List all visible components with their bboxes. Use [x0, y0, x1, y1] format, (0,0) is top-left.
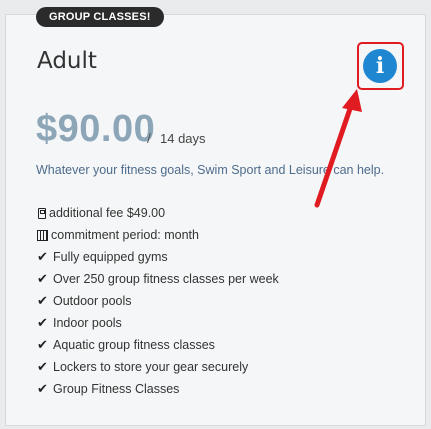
feature-text: Fully equipped gyms [53, 250, 168, 264]
feature-item: ✔ Fully equipped gyms [36, 246, 279, 268]
feature-text: commitment period: month [51, 228, 199, 242]
feature-item: ✔ Outdoor pools [36, 290, 279, 312]
feature-text: Over 250 group fitness classes per week [53, 272, 279, 286]
feature-text: Aquatic group fitness classes [53, 338, 215, 352]
feature-text: Indoor pools [53, 316, 122, 330]
check-icon: ✔ [37, 359, 48, 375]
feature-item: ✔ Group Fitness Classes [36, 378, 279, 400]
feature-item: ✔ Over 250 group fitness classes per wee… [36, 268, 279, 290]
check-icon: ✔ [37, 337, 48, 353]
check-icon: ✔ [37, 293, 48, 309]
feature-text: Lockers to store your gear securely [53, 360, 249, 374]
plan-title: Adult [37, 48, 97, 74]
feature-text: Group Fitness Classes [53, 382, 180, 396]
feature-item: commitment period: month [36, 224, 279, 246]
plan-description: Whatever your fitness goals, Swim Sport … [36, 163, 385, 177]
plan-price: $90.00 [36, 108, 156, 150]
plan-period: 14 days [160, 131, 206, 146]
feature-item: ✔ Indoor pools [36, 312, 279, 334]
check-icon: ✔ [37, 271, 48, 287]
feature-text: additional fee $49.00 [49, 206, 166, 220]
feature-item: ✔ Aquatic group fitness classes [36, 334, 279, 356]
calculator-icon [38, 207, 46, 219]
price-separator: / [147, 130, 151, 146]
info-icon[interactable]: i [363, 49, 397, 83]
feature-list: additional fee $49.00 commitment period:… [36, 202, 279, 400]
check-icon: ✔ [37, 249, 48, 265]
check-icon: ✔ [37, 315, 48, 331]
feature-item: ✔ Lockers to store your gear securely [36, 356, 279, 378]
group-classes-badge: GROUP CLASSES! [36, 7, 164, 27]
calendar-icon [37, 229, 48, 241]
feature-text: Outdoor pools [53, 294, 132, 308]
feature-item: additional fee $49.00 [36, 202, 279, 224]
check-icon: ✔ [37, 381, 48, 397]
